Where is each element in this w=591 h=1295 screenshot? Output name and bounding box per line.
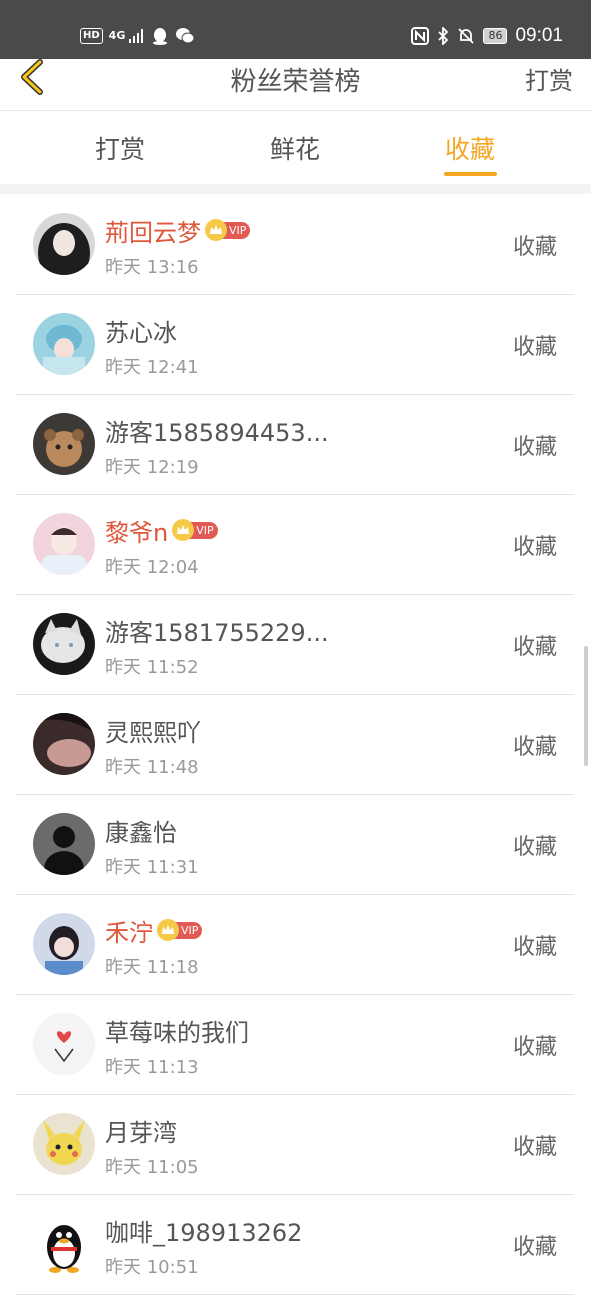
avatar[interactable] xyxy=(33,1213,95,1275)
avatar[interactable] xyxy=(33,1013,95,1075)
fan-row[interactable]: 黎爷n VIP 昨天 12:04 收藏 xyxy=(16,495,574,595)
favorite-action[interactable]: 收藏 xyxy=(513,729,557,761)
fan-time: 昨天 11:52 xyxy=(105,657,199,678)
vip-badge: VIP xyxy=(157,919,203,941)
favorite-action[interactable]: 收藏 xyxy=(513,929,557,961)
fan-time: 昨天 11:05 xyxy=(105,1157,199,1178)
fan-name: 月芽湾 xyxy=(105,1118,177,1147)
fan-row[interactable]: 荊回云梦 VIP 昨天 13:16 收藏 xyxy=(16,195,574,295)
avatar[interactable] xyxy=(33,213,95,275)
fan-row[interactable]: 草莓味的我们昨天 11:13 收藏 xyxy=(16,995,574,1095)
favorite-action[interactable]: 收藏 xyxy=(513,1029,557,1061)
crown-icon xyxy=(205,219,227,241)
name-line: 康鑫怡 xyxy=(105,813,177,847)
battery-indicator: 86 xyxy=(483,28,508,44)
fan-name: 黎爷n xyxy=(105,518,169,547)
page-title: 粉丝荣誉榜 xyxy=(230,67,361,97)
fan-time: 昨天 10:51 xyxy=(105,1257,199,1278)
favorite-action[interactable]: 收藏 xyxy=(513,329,557,361)
favorite-action[interactable]: 收藏 xyxy=(513,1129,557,1161)
avatar[interactable] xyxy=(33,813,95,875)
fan-name: 苏心冰 xyxy=(105,318,177,347)
signal-icon: 4G xyxy=(109,29,146,43)
name-line: 草莓味的我们 xyxy=(105,1013,249,1047)
wechat-notification-icon xyxy=(176,28,195,44)
status-bar: HD 4G 86 09:01 xyxy=(0,0,591,59)
avatar[interactable] xyxy=(33,713,95,775)
name-line: 黎爷n VIP xyxy=(105,513,218,547)
favorite-action[interactable]: 收藏 xyxy=(513,629,557,661)
name-line: 禾泞 VIP xyxy=(105,913,203,947)
favorite-action[interactable]: 收藏 xyxy=(513,529,557,561)
fan-list: 荊回云梦 VIP 昨天 13:16 收藏 苏心冰 昨天 12:41 收藏 游客15858944… xyxy=(16,195,574,1295)
fan-row[interactable]: 游客1585894453... 昨天 12:19 收藏 xyxy=(16,395,574,495)
active-tab-indicator xyxy=(444,172,497,176)
status-right: 86 09:01 xyxy=(411,24,563,48)
fan-row[interactable]: 苏心冰昨天 12:41 收藏 xyxy=(16,295,574,395)
vip-badge: VIP xyxy=(172,519,218,541)
fan-name: 禾泞 xyxy=(105,918,153,947)
avatar[interactable] xyxy=(33,413,95,475)
clock: 09:01 xyxy=(515,25,563,46)
vip-badge: VIP xyxy=(205,219,251,241)
fan-row[interactable]: 咖啡_198913262 昨天 10:51 收藏 xyxy=(16,1195,574,1295)
section-divider xyxy=(0,184,591,194)
fan-name: 游客1581755229... xyxy=(105,618,329,647)
avatar[interactable] xyxy=(33,913,95,975)
favorite-action[interactable]: 收藏 xyxy=(513,429,557,461)
fan-time: 昨天 13:16 xyxy=(105,257,199,278)
name-line: 苏心冰 xyxy=(105,313,177,347)
fan-time: 昨天 12:41 xyxy=(105,357,199,378)
avatar[interactable] xyxy=(33,1113,95,1175)
fan-name: 灵熙熙吖 xyxy=(105,718,201,747)
name-line: 游客1581755229... xyxy=(105,613,329,647)
nfc-icon xyxy=(411,27,430,45)
mute-bell-icon xyxy=(458,28,475,44)
favorite-action[interactable]: 收藏 xyxy=(513,229,557,261)
fan-row[interactable]: 禾泞 VIP 昨天 11:18 收藏 xyxy=(16,895,574,995)
fan-time: 昨天 11:18 xyxy=(105,957,199,978)
fan-name: 游客1585894453... xyxy=(105,418,329,447)
fan-time: 昨天 11:31 xyxy=(105,857,199,878)
fan-name: 草莓味的我们 xyxy=(105,1018,249,1047)
network-type: 4G xyxy=(108,29,126,42)
fan-row[interactable]: 游客1581755229... 昨天 11:52 收藏 xyxy=(16,595,574,695)
name-line: 咖啡_198913262 xyxy=(105,1213,302,1247)
favorite-action[interactable]: 收藏 xyxy=(513,1229,557,1261)
fan-row[interactable]: 康鑫怡昨天 11:31 收藏 xyxy=(16,795,574,895)
qq-notification-icon xyxy=(153,28,168,45)
reward-button[interactable]: 打赏 xyxy=(525,61,573,96)
crown-icon xyxy=(157,919,179,941)
fan-name: 荊回云梦 xyxy=(105,218,201,247)
fan-time: 昨天 12:04 xyxy=(105,557,199,578)
fan-time: 昨天 11:48 xyxy=(105,757,199,778)
name-line: 游客1585894453... xyxy=(105,413,329,447)
tab-reward[interactable]: 打赏 xyxy=(95,130,145,166)
tab-favorites[interactable]: 收藏 xyxy=(445,130,495,166)
fan-row[interactable]: 灵熙熙吖昨天 11:48 收藏 xyxy=(16,695,574,795)
avatar[interactable] xyxy=(33,313,95,375)
fan-name: 康鑫怡 xyxy=(105,818,177,847)
avatar[interactable] xyxy=(33,513,95,575)
bluetooth-icon xyxy=(438,27,449,45)
favorite-action[interactable]: 收藏 xyxy=(513,829,557,861)
tab-flowers[interactable]: 鲜花 xyxy=(270,130,320,166)
tab-bar: 打赏 鲜花 收藏 xyxy=(0,112,591,184)
name-line: 月芽湾 xyxy=(105,1113,177,1147)
fan-time: 昨天 11:13 xyxy=(105,1057,199,1078)
name-line: 灵熙熙吖 xyxy=(105,713,201,747)
nav-bar: 粉丝荣誉榜 打赏 xyxy=(0,59,591,111)
fan-time: 昨天 12:19 xyxy=(105,457,199,478)
fan-name: 咖啡_198913262 xyxy=(105,1218,303,1247)
scrollbar[interactable] xyxy=(584,646,588,766)
avatar[interactable] xyxy=(33,613,95,675)
fan-row[interactable]: 月芽湾昨天 11:05 收藏 xyxy=(16,1095,574,1195)
hd-badge: HD xyxy=(80,28,103,44)
name-line: 荊回云梦 VIP xyxy=(105,213,251,247)
status-left: HD 4G xyxy=(80,24,195,48)
